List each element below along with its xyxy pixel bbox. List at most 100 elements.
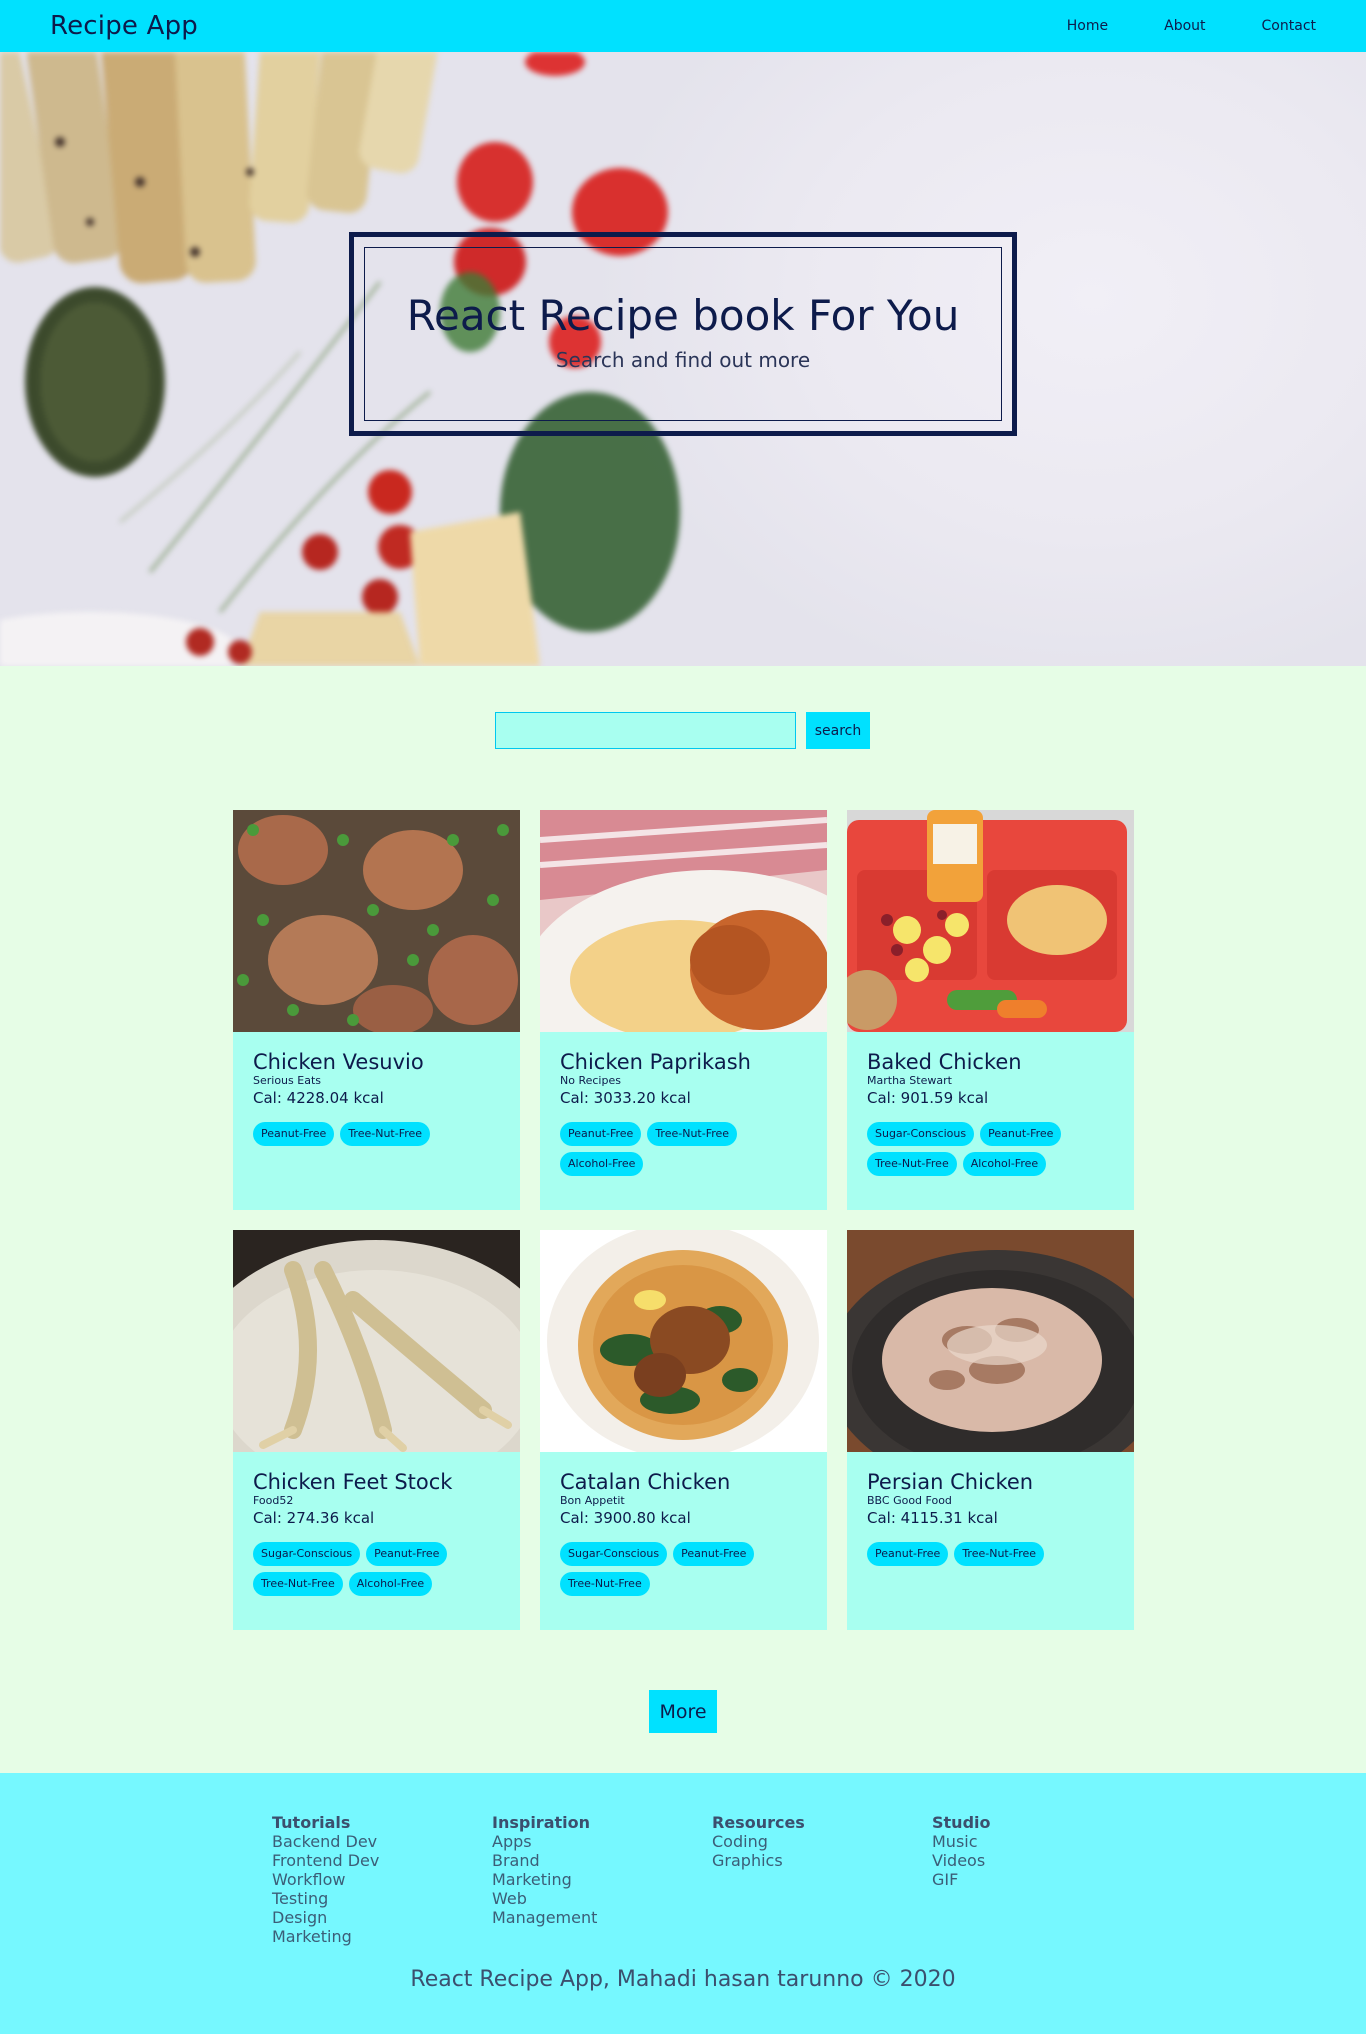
search-form: search [495,712,870,749]
recipe-source: Bon Appetit [560,1494,625,1507]
health-tag: Peanut-Free [366,1542,448,1566]
footer-link[interactable]: Graphics [712,1851,932,1870]
health-tag: Peanut-Free [253,1122,335,1146]
hero-title: React Recipe book For You [406,290,960,340]
footer-link[interactable]: Music [932,1832,1152,1851]
health-tag: Peanut-Free [980,1122,1062,1146]
recipe-title: Persian Chicken [867,1470,1034,1494]
nav-links: Home About Contact [1037,18,1316,34]
hero-title-frame: React Recipe book For You Search and fin… [349,232,1017,436]
navbar: Recipe App Home About Contact [0,0,1366,52]
recipe-tags: Sugar-Conscious Peanut-Free Tree-Nut-Fre… [560,1542,810,1596]
recipe-image [540,810,827,1032]
health-tag: Peanut-Free [673,1542,755,1566]
footer-link[interactable]: Backend Dev [272,1832,492,1851]
recipe-card[interactable]: Persian Chicken BBC Good Food Cal: 4115.… [847,1230,1134,1630]
recipe-card[interactable]: Catalan Chicken Bon Appetit Cal: 3900.80… [540,1230,827,1630]
health-tag: Tree-Nut-Free [647,1122,738,1146]
footer-heading: Tutorials [272,1813,351,1832]
health-tag: Sugar-Conscious [867,1122,975,1146]
footer-heading: Resources [712,1813,805,1832]
footer-link[interactable]: Marketing [272,1927,492,1946]
recipe-calories: Cal: 4115.31 kcal [867,1509,998,1527]
recipe-image [847,1230,1134,1452]
footer-heading: Inspiration [492,1813,591,1832]
nav-link-home[interactable]: Home [1037,18,1134,34]
recipe-title: Chicken Feet Stock [253,1470,453,1494]
recipe-card-body: Baked Chicken Martha Stewart Cal: 901.59… [847,1032,1134,1176]
recipe-calories: Cal: 3033.20 kcal [560,1089,691,1107]
recipe-image [540,1230,827,1452]
footer-link[interactable]: Frontend Dev [272,1851,492,1870]
recipe-grid: Chicken Vesuvio Serious Eats Cal: 4228.0… [233,810,1134,1630]
recipe-source: Martha Stewart [867,1074,952,1087]
health-tag: Sugar-Conscious [560,1542,668,1566]
health-tag: Tree-Nut-Free [340,1122,431,1146]
hero-subtitle: Search and find out more [555,347,811,372]
recipe-title: Chicken Paprikash [560,1050,751,1074]
recipe-title: Baked Chicken [867,1050,1022,1074]
recipe-tags: Peanut-Free Tree-Nut-Free [867,1542,1117,1566]
footer: Tutorials Backend Dev Frontend Dev Workf… [0,1773,1366,2034]
recipe-image [233,810,520,1032]
recipe-tags: Peanut-Free Tree-Nut-Free Alcohol-Free [560,1122,810,1176]
footer-link[interactable]: Workflow [272,1870,492,1889]
recipe-card[interactable]: Baked Chicken Martha Stewart Cal: 901.59… [847,810,1134,1210]
footer-link[interactable]: Design [272,1908,492,1927]
brand-logo[interactable]: Recipe App [50,11,198,41]
recipe-calories: Cal: 901.59 kcal [867,1089,989,1107]
hero-text: React Recipe book For You Search and fin… [407,291,960,372]
footer-col-studio: Studio Music Videos GIF [932,1813,1152,1946]
recipe-image [847,810,1134,1032]
health-tag: Sugar-Conscious [253,1542,361,1566]
recipe-title: Catalan Chicken [560,1470,731,1494]
health-tag: Peanut-Free [867,1542,949,1566]
hero-banner: React Recipe book For You Search and fin… [0,52,1366,666]
footer-link[interactable]: Management [492,1908,712,1927]
footer-link[interactable]: Brand [492,1851,712,1870]
nav-link-about[interactable]: About [1134,18,1231,34]
recipe-source: Food52 [253,1494,294,1507]
health-tag: Tree-Nut-Free [560,1572,650,1596]
health-tag: Tree-Nut-Free [253,1572,343,1596]
recipe-tags: Sugar-Conscious Peanut-Free Tree-Nut-Fre… [867,1122,1117,1176]
recipe-card-body: Persian Chicken BBC Good Food Cal: 4115.… [847,1452,1134,1566]
nav-link-contact[interactable]: Contact [1232,18,1316,34]
footer-link[interactable]: Videos [932,1851,1152,1870]
recipe-card-body: Chicken Feet Stock Food52 Cal: 274.36 kc… [233,1452,520,1596]
health-tag: Alcohol-Free [348,1572,433,1596]
footer-link[interactable]: GIF [932,1870,1152,1889]
more-button[interactable]: More [649,1690,717,1733]
footer-link[interactable]: Apps [492,1832,712,1851]
recipe-card[interactable]: Chicken Paprikash No Recipes Cal: 3033.2… [540,810,827,1210]
recipe-card[interactable]: Chicken Vesuvio Serious Eats Cal: 4228.0… [233,810,520,1210]
recipe-title: Chicken Vesuvio [253,1050,424,1074]
recipe-source: Serious Eats [253,1074,321,1087]
footer-col-inspiration: Inspiration Apps Brand Marketing Web Man… [492,1813,712,1946]
recipe-card-body: Chicken Paprikash No Recipes Cal: 3033.2… [540,1032,827,1176]
footer-link[interactable]: Web [492,1889,712,1908]
search-input[interactable] [495,712,796,749]
recipe-source: No Recipes [560,1074,621,1087]
recipe-calories: Cal: 4228.04 kcal [253,1089,384,1107]
footer-link[interactable]: Coding [712,1832,932,1851]
health-tag: Tree-Nut-Free [954,1542,1045,1566]
search-button[interactable]: search [806,712,870,749]
footer-link[interactable]: Marketing [492,1870,712,1889]
recipe-calories: Cal: 3900.80 kcal [560,1509,691,1527]
footer-columns: Tutorials Backend Dev Frontend Dev Workf… [272,1813,1152,1946]
recipe-tags: Sugar-Conscious Peanut-Free Tree-Nut-Fre… [253,1542,503,1596]
footer-col-tutorials: Tutorials Backend Dev Frontend Dev Workf… [272,1813,492,1946]
footer-heading: Studio [932,1813,991,1832]
recipe-calories: Cal: 274.36 kcal [253,1509,375,1527]
recipe-image [233,1230,520,1452]
recipe-tags: Peanut-Free Tree-Nut-Free [253,1122,503,1146]
health-tag: Peanut-Free [560,1122,642,1146]
footer-col-resources: Resources Coding Graphics [712,1813,932,1946]
health-tag: Tree-Nut-Free [867,1152,957,1176]
health-tag: Alcohol-Free [962,1152,1047,1176]
recipe-source: BBC Good Food [867,1494,952,1507]
recipe-card-body: Chicken Vesuvio Serious Eats Cal: 4228.0… [233,1032,520,1146]
footer-link[interactable]: Testing [272,1889,492,1908]
recipe-card[interactable]: Chicken Feet Stock Food52 Cal: 274.36 kc… [233,1230,520,1630]
